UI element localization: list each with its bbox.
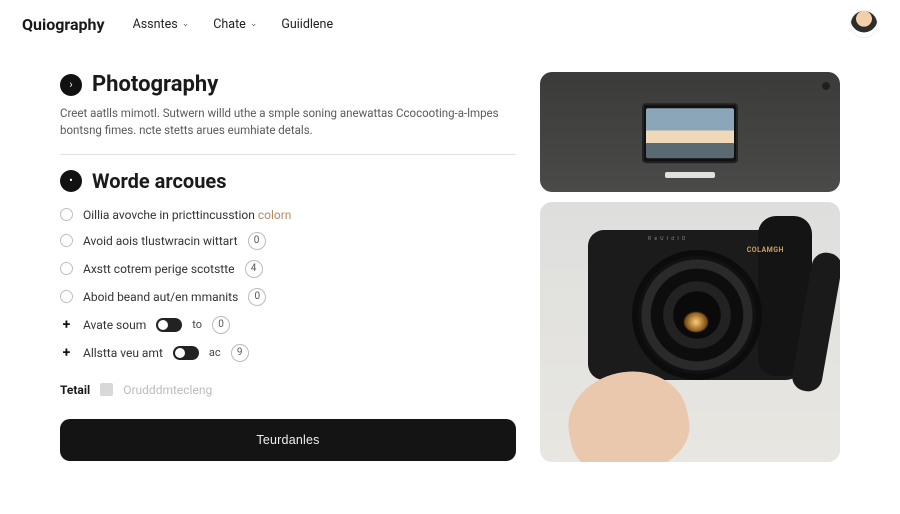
plus-icon[interactable]: + xyxy=(60,318,73,331)
tetail-placeholder: Orudddmtecleng xyxy=(123,383,212,397)
count-badge: 0 xyxy=(212,316,230,334)
count-badge: 0 xyxy=(248,232,266,250)
page-description: Creet aatlls mimotl. Sutwern willd uthe … xyxy=(60,105,516,140)
monitor-icon xyxy=(642,103,738,163)
subsection-title: Worde arcoues xyxy=(92,169,226,193)
radio-icon[interactable] xyxy=(60,208,73,221)
nav-guiidlene[interactable]: Guiidlene xyxy=(281,17,333,32)
nav-label: Assntes xyxy=(133,17,178,32)
option-label: Allstta veu amt xyxy=(83,346,163,360)
nav-label: Chate xyxy=(213,17,246,32)
toggle[interactable] xyxy=(156,318,182,332)
tetail-label: Tetail xyxy=(60,383,90,397)
preview-image-camera: R e U I d I D COLAMGH xyxy=(540,202,840,462)
page-title: Photography xyxy=(92,72,218,97)
logo: Quiography xyxy=(22,15,105,34)
count-badge: 4 xyxy=(245,260,263,278)
corner-dot-icon xyxy=(822,82,830,90)
toggle[interactable] xyxy=(173,346,199,360)
option-label: Aboid beand aut/en mmanits xyxy=(83,290,238,304)
option-row[interactable]: Axstt cotrem perige scotstte 4 xyxy=(60,255,516,283)
option-row[interactable]: + Allstta veu amt ac 9 xyxy=(60,339,516,367)
radio-icon[interactable] xyxy=(60,234,73,247)
avatar[interactable] xyxy=(850,10,878,38)
nav-assntes[interactable]: Assntes ⌄ xyxy=(133,17,190,32)
options-list: Oillia avovche in pricttincusstion color… xyxy=(60,203,516,367)
radio-icon[interactable] xyxy=(60,290,73,303)
option-label: Avate soum xyxy=(83,318,146,332)
nav-chate[interactable]: Chate ⌄ xyxy=(213,17,257,32)
monitor-stand xyxy=(665,172,715,178)
dot-icon: • xyxy=(60,170,82,192)
camera-scale: R e U I d I D xyxy=(648,236,686,242)
preview-image-monitor xyxy=(540,72,840,192)
option-label: Avoid aois tlustwracin wittart xyxy=(83,234,238,248)
chevron-down-icon: ⌄ xyxy=(250,19,258,29)
nav-label: Guiidlene xyxy=(281,17,333,32)
divider xyxy=(60,154,516,155)
option-row[interactable]: Avoid aois tlustwracin wittart 0 xyxy=(60,227,516,255)
camera-body: R e U I d I D COLAMGH xyxy=(588,230,802,380)
option-label: Axstt cotrem perige scotstte xyxy=(83,262,235,276)
count-badge: 0 xyxy=(248,288,266,306)
top-nav: Assntes ⌄ Chate ⌄ Guiidlene xyxy=(133,17,334,32)
option-row[interactable]: Aboid beand aut/en mmanits 0 xyxy=(60,283,516,311)
option-row[interactable]: + Avate soum to 0 xyxy=(60,311,516,339)
option-row[interactable]: Oillia avovche in pricttincusstion color… xyxy=(60,203,516,227)
arrow-right-icon: › xyxy=(60,74,82,96)
plus-icon[interactable]: + xyxy=(60,346,73,359)
count-badge: 9 xyxy=(231,344,249,362)
submit-button[interactable]: Teurdanles xyxy=(60,419,516,461)
option-label: Oillia avovche in pricttincusstion color… xyxy=(83,208,291,222)
toggle-label: to xyxy=(192,318,202,331)
checkbox-icon[interactable] xyxy=(100,383,113,396)
toggle-label: ac xyxy=(209,346,221,359)
radio-icon[interactable] xyxy=(60,262,73,275)
camera-brand: COLAMGH xyxy=(747,246,784,254)
chevron-down-icon: ⌄ xyxy=(182,19,190,29)
tetail-row: Tetail Orudddmtecleng xyxy=(60,383,516,397)
